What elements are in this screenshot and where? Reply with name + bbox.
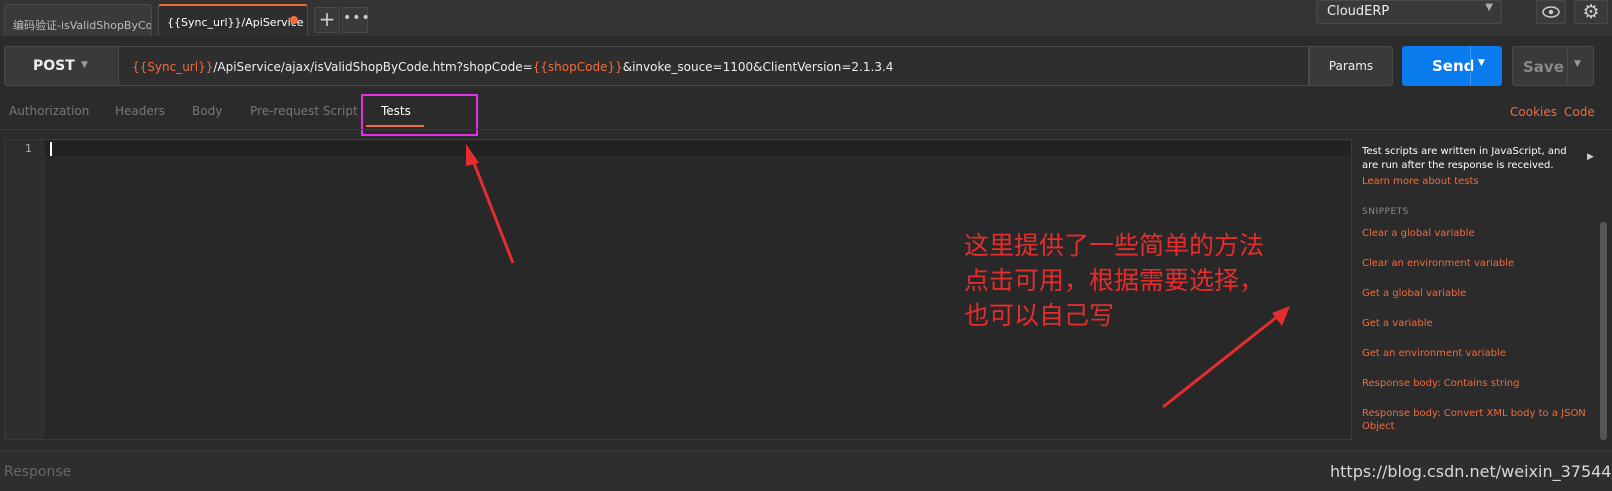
arrow-to-snippets <box>1162 306 1290 409</box>
arrow-to-tests-tab <box>466 144 515 264</box>
annotation-arrows <box>466 144 1290 409</box>
